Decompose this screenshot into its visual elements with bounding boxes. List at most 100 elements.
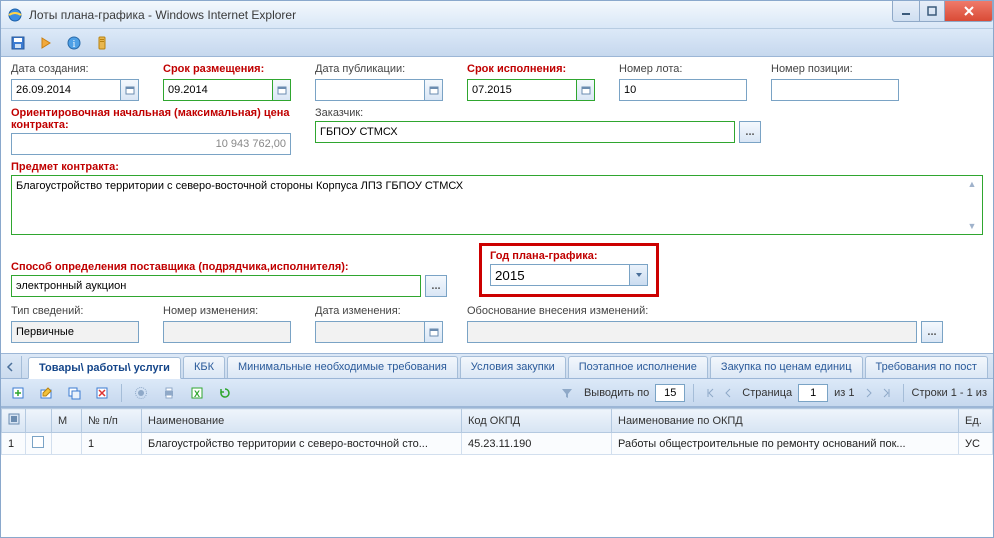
col-npp[interactable]: № п/п (82, 409, 142, 433)
tab-min-req[interactable]: Минимальные необходимые требования (227, 356, 458, 378)
calendar-icon[interactable] (273, 79, 291, 101)
row-m (52, 433, 82, 455)
calendar-icon[interactable] (121, 79, 139, 101)
lookup-button[interactable]: ... (921, 321, 943, 343)
lot-number-input[interactable] (619, 79, 747, 101)
window-controls (892, 1, 993, 22)
last-page-icon[interactable] (879, 385, 895, 401)
next-page-icon[interactable] (861, 385, 877, 401)
change-number-label: Номер изменения: (163, 305, 303, 317)
tab-kbk[interactable]: КБК (183, 356, 225, 378)
change-reason-label: Обоснование внесения изменений: (467, 305, 983, 317)
customer-label: Заказчик: (315, 107, 983, 119)
row-okpd-name: Работы общестроительные по ремонту основ… (612, 433, 959, 455)
subject-textarea[interactable]: Благоустройство территории с северо-вост… (11, 175, 983, 235)
supplier-method-input[interactable] (11, 275, 421, 297)
close-button[interactable] (945, 1, 993, 22)
change-date-input[interactable] (315, 321, 425, 343)
app-window: Лоты плана-графика - Windows Internet Ex… (0, 0, 994, 538)
publication-date-input[interactable] (315, 79, 425, 101)
minimize-button[interactable] (892, 1, 920, 22)
plan-year-select[interactable] (490, 264, 648, 286)
tab-unit-prices[interactable]: Закупка по ценам единиц (710, 356, 863, 378)
data-grid: М № п/п Наименование Код ОКПД Наименован… (1, 407, 993, 455)
placement-term-input[interactable] (163, 79, 273, 101)
row-npp: 1 (82, 433, 142, 455)
titlebar: Лоты плана-графика - Windows Internet Ex… (1, 1, 993, 29)
save-button[interactable] (7, 32, 29, 54)
execution-term-input[interactable] (467, 79, 577, 101)
position-number-label: Номер позиции: (771, 63, 911, 75)
tab-phased[interactable]: Поэтапное исполнение (568, 356, 708, 378)
col-m[interactable]: М (52, 409, 82, 433)
tab-scroll-left[interactable] (5, 356, 22, 378)
placement-term-label: Срок размещения: (163, 63, 303, 75)
change-reason-input[interactable] (467, 321, 917, 343)
col-name[interactable]: Наименование (142, 409, 462, 433)
export-excel-icon[interactable]: X (186, 382, 208, 404)
maximize-button[interactable] (920, 1, 945, 22)
creation-date-label: Дата создания: (11, 63, 151, 75)
grid-toolbar: X Выводить по Страница из 1 Строки 1 - 1… (1, 379, 993, 407)
customer-input[interactable] (315, 121, 735, 143)
position-number-input[interactable] (771, 79, 899, 101)
plan-year-input[interactable] (490, 264, 630, 286)
calendar-icon[interactable] (425, 79, 443, 101)
delete-row-icon[interactable] (91, 382, 113, 404)
start-price-input[interactable] (11, 133, 291, 155)
window-title: Лоты плана-графика - Windows Internet Ex… (29, 8, 296, 22)
prev-page-icon[interactable] (720, 385, 736, 401)
info-type-input[interactable] (11, 321, 139, 343)
ie-icon (7, 7, 23, 23)
info-icon[interactable]: i (63, 32, 85, 54)
form-area: Дата создания: Срок размещения: Дата пуб… (1, 57, 993, 353)
refresh-icon[interactable] (214, 382, 236, 404)
col-selector[interactable] (2, 409, 26, 433)
page-label-pre: Страница (742, 387, 792, 399)
tab-req-supplier[interactable]: Требования по пост (865, 356, 988, 378)
row-unit: УС (959, 433, 993, 455)
chevron-down-icon[interactable] (630, 264, 648, 286)
main-toolbar: i (1, 29, 993, 57)
plan-year-highlight: Год плана-графика: (479, 243, 659, 297)
settings-icon[interactable] (130, 382, 152, 404)
col-okpd-code[interactable]: Код ОКПД (462, 409, 612, 433)
rows-info-label: Строки 1 - 1 из (912, 387, 988, 399)
start-price-label: Ориентировочная начальная (максимальная)… (11, 107, 303, 131)
svg-text:X: X (194, 389, 200, 399)
attachment-icon[interactable] (91, 32, 113, 54)
print-icon[interactable] (158, 382, 180, 404)
scrollbar-icon[interactable]: ▲▼ (965, 179, 979, 231)
row-checkbox[interactable] (26, 433, 52, 455)
execution-term-label: Срок исполнения: (467, 63, 607, 75)
row-okpd-code: 45.23.11.190 (462, 433, 612, 455)
row-number: 1 (2, 433, 26, 455)
tab-goods[interactable]: Товары\ работы\ услуги (28, 357, 181, 379)
lookup-button[interactable]: ... (425, 275, 447, 297)
add-row-icon[interactable] (7, 382, 29, 404)
publication-date-label: Дата публикации: (315, 63, 455, 75)
row-name: Благоустройство территории с северо-вост… (142, 433, 462, 455)
first-page-icon[interactable] (702, 385, 718, 401)
lot-number-label: Номер лота: (619, 63, 759, 75)
tab-conditions[interactable]: Условия закупки (460, 356, 566, 378)
calendar-icon[interactable] (577, 79, 595, 101)
page-number-input[interactable] (798, 384, 828, 402)
change-number-input[interactable] (163, 321, 291, 343)
lookup-button[interactable]: ... (739, 121, 761, 143)
col-okpd-name[interactable]: Наименование по ОКПД (612, 409, 959, 433)
col-checkbox[interactable] (26, 409, 52, 433)
filter-icon[interactable] (556, 382, 578, 404)
info-type-label: Тип сведений: (11, 305, 151, 317)
rows-per-page-input[interactable] (655, 384, 685, 402)
calendar-icon[interactable] (425, 321, 443, 343)
table-row[interactable]: 1 1 Благоустройство территории с северо-… (2, 433, 993, 455)
col-unit[interactable]: Ед. (959, 409, 993, 433)
forward-icon[interactable] (35, 32, 57, 54)
tabs-bar: Товары\ работы\ услуги КБК Минимальные н… (1, 353, 993, 379)
supplier-method-label: Способ определения поставщика (подрядчик… (11, 261, 463, 273)
edit-row-icon[interactable] (35, 382, 57, 404)
page-label-post: из 1 (834, 387, 854, 399)
copy-row-icon[interactable] (63, 382, 85, 404)
creation-date-input[interactable] (11, 79, 121, 101)
